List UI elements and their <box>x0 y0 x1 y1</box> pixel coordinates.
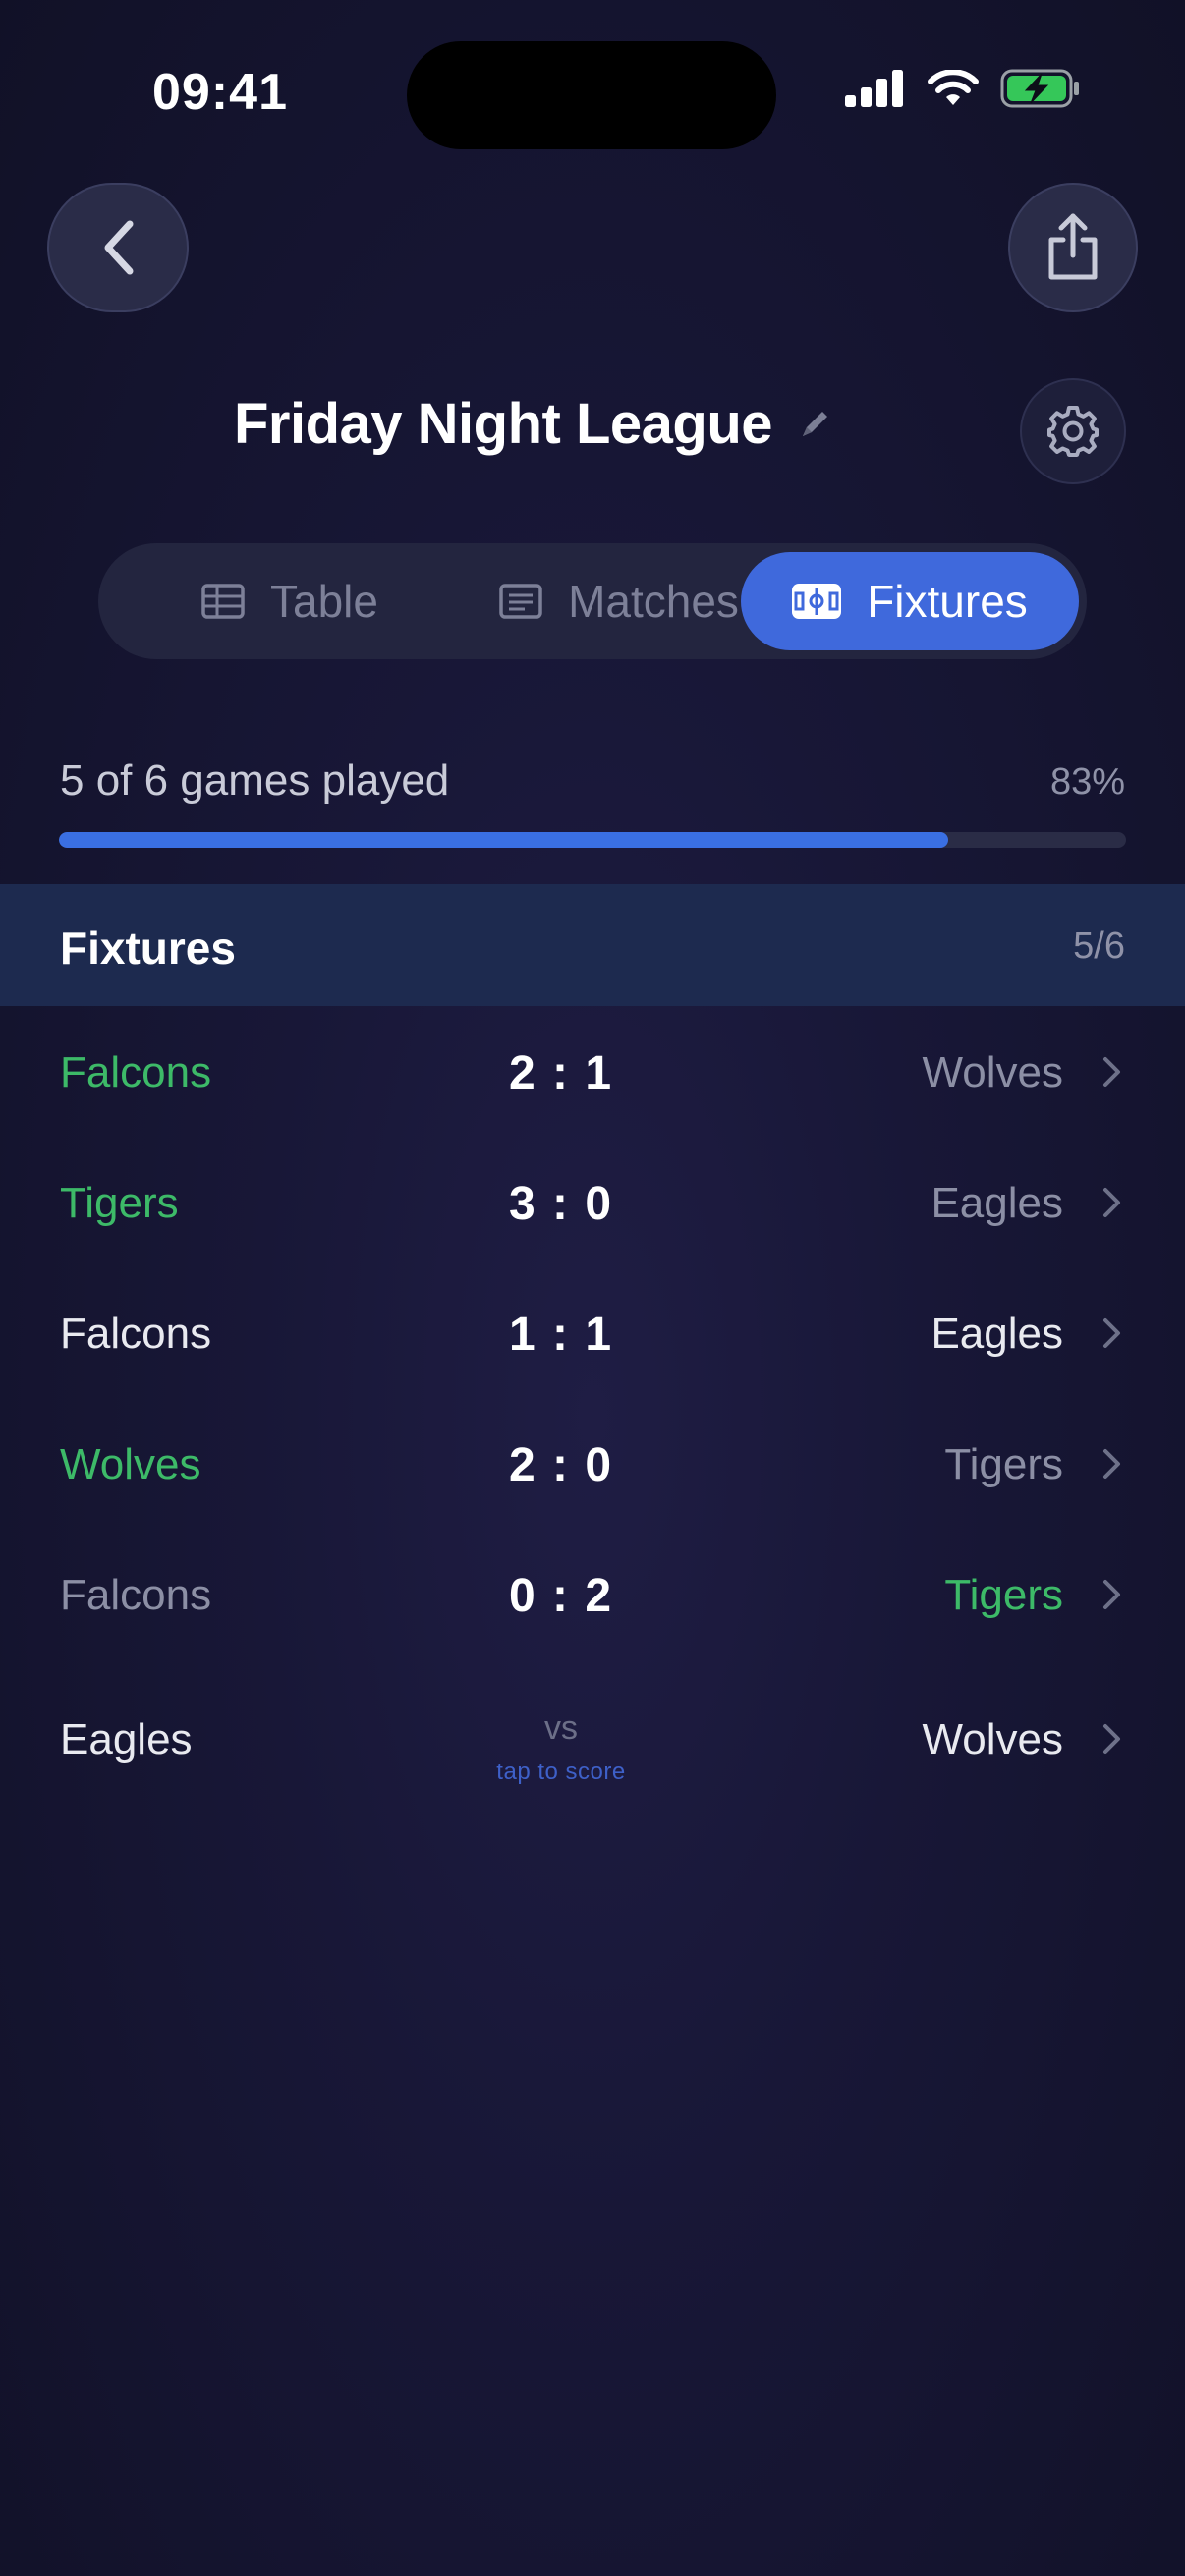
chevron-right-icon <box>1103 1318 1120 1348</box>
score: 1 : 1 <box>508 1309 614 1361</box>
pencil-icon[interactable] <box>798 408 831 441</box>
chevron-right-icon <box>1103 1449 1120 1479</box>
chevron-right-icon <box>1103 1188 1120 1217</box>
score: 0 : 2 <box>508 1570 614 1622</box>
wifi-icon <box>928 70 979 105</box>
progress-percent: 83% <box>1049 761 1125 803</box>
fixture-row[interactable]: Falcons 1 : 1 Eagles <box>0 1268 1185 1399</box>
home-team: Falcons <box>60 1571 212 1619</box>
chevron-left-icon <box>104 220 134 275</box>
pending-fixture-row[interactable]: Eagles vs tap to score Wolves <box>0 1660 1185 1816</box>
settings-button[interactable] <box>1020 378 1126 484</box>
tab-fixtures-label: Fixtures <box>867 576 1028 627</box>
fixtures-section-header: Fixtures 5/6 <box>0 884 1185 1006</box>
fixtures-list: Falcons 2 : 1 Wolves Tigers 3 : 0 Eagles… <box>0 1007 1185 1816</box>
tab-fixtures[interactable]: Fixtures <box>741 552 1079 650</box>
progress-bar-fill <box>59 832 948 848</box>
chevron-right-icon <box>1103 1057 1120 1087</box>
fixtures-screen: 09:41 Friday Night League Table Matches … <box>0 0 1185 2576</box>
list-icon <box>499 584 542 619</box>
score: 2 : 1 <box>508 1047 614 1099</box>
away-team: Wolves <box>922 1048 1063 1096</box>
away-team: Wolves <box>922 1715 1063 1764</box>
pitch-icon <box>792 584 842 619</box>
away-team: Tigers <box>944 1440 1063 1488</box>
home-team: Wolves <box>60 1440 201 1488</box>
home-team: Falcons <box>60 1310 212 1358</box>
tab-matches-label: Matches <box>568 576 739 627</box>
fixture-row[interactable]: Tigers 3 : 0 Eagles <box>0 1138 1185 1268</box>
fixture-row[interactable]: Wolves 2 : 0 Tigers <box>0 1399 1185 1530</box>
tap-to-score-hint: tap to score <box>496 1759 626 1785</box>
view-tabs: Table Matches Fixtures <box>98 543 1087 659</box>
away-team: Eagles <box>931 1310 1063 1358</box>
share-button[interactable] <box>1008 183 1138 312</box>
fixture-row[interactable]: Falcons 0 : 2 Tigers <box>0 1530 1185 1660</box>
chevron-right-icon <box>1103 1580 1120 1609</box>
status-icons <box>845 69 1081 108</box>
home-team: Falcons <box>60 1048 212 1096</box>
table-icon <box>201 584 245 619</box>
away-team: Tigers <box>944 1571 1063 1619</box>
score: 3 : 0 <box>508 1178 614 1230</box>
league-title-group[interactable]: Friday Night League <box>234 391 831 457</box>
home-team: Eagles <box>60 1715 193 1764</box>
away-team: Eagles <box>931 1179 1063 1227</box>
vs-label: vs <box>544 1709 578 1747</box>
dynamic-island <box>407 41 776 149</box>
tab-table-label: Table <box>270 576 378 627</box>
signal-icon <box>845 70 903 107</box>
score: 2 : 0 <box>508 1439 614 1491</box>
tab-table[interactable]: Table <box>128 552 452 650</box>
progress-bar <box>59 832 1126 848</box>
back-button[interactable] <box>47 183 189 312</box>
page-title: Friday Night League <box>234 392 773 456</box>
status-time: 09:41 <box>152 64 288 121</box>
home-team: Tigers <box>60 1179 179 1227</box>
section-count: 5/6 <box>1073 925 1125 967</box>
section-title: Fixtures <box>60 923 236 974</box>
battery-charging-icon <box>1000 69 1079 108</box>
fixture-row[interactable]: Falcons 2 : 1 Wolves <box>0 1007 1185 1138</box>
share-icon <box>1048 213 1098 280</box>
gear-icon <box>1047 406 1099 457</box>
progress-label: 5 of 6 games played <box>60 756 450 805</box>
chevron-right-icon <box>1103 1724 1120 1754</box>
